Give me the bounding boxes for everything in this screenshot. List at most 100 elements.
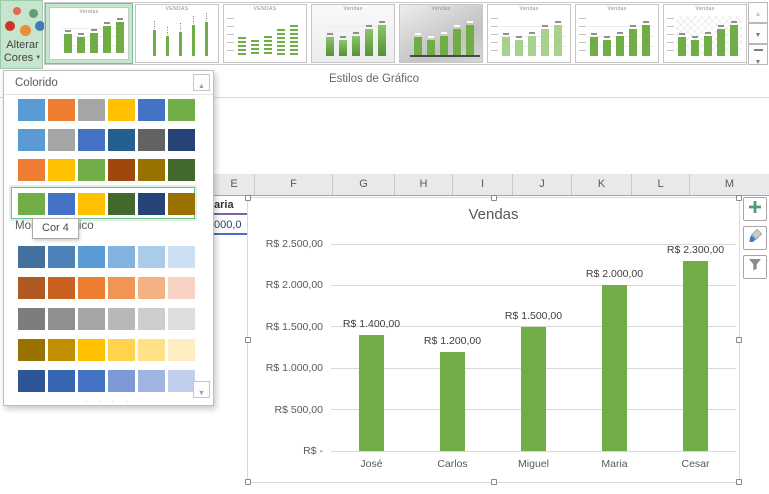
selection-handle[interactable] bbox=[736, 337, 742, 343]
gallery-style-4[interactable]: Vendas bbox=[311, 4, 395, 63]
color-swatch[interactable] bbox=[138, 129, 165, 151]
color-swatch[interactable] bbox=[108, 129, 135, 151]
color-swatch[interactable] bbox=[78, 339, 105, 361]
color-swatch[interactable] bbox=[48, 159, 75, 181]
gallery-more-button[interactable]: ▼ bbox=[748, 44, 768, 65]
color-swatch[interactable] bbox=[78, 159, 105, 181]
cell-maria-partial[interactable]: aria bbox=[214, 198, 247, 215]
selection-handle[interactable] bbox=[491, 195, 497, 201]
column-header-m[interactable]: M bbox=[690, 174, 769, 195]
column-header-k[interactable]: K bbox=[572, 174, 632, 195]
selection-handle[interactable] bbox=[736, 479, 742, 485]
color-swatch[interactable] bbox=[108, 339, 135, 361]
column-header-g[interactable]: G bbox=[333, 174, 395, 195]
color-swatch[interactable] bbox=[48, 339, 75, 361]
color-swatch[interactable] bbox=[18, 277, 45, 299]
gallery-scroll-down-button[interactable]: ▼ bbox=[748, 23, 768, 44]
mini-bar bbox=[264, 36, 272, 56]
column-header-e[interactable]: E bbox=[214, 174, 255, 195]
color-swatch[interactable] bbox=[78, 129, 105, 151]
column-header-j[interactable]: J bbox=[513, 174, 572, 195]
color-swatch[interactable] bbox=[138, 370, 165, 392]
gallery-style-6[interactable]: Vendas bbox=[487, 4, 571, 63]
color-swatch[interactable] bbox=[108, 193, 135, 215]
color-swatch[interactable] bbox=[48, 193, 75, 215]
resize-grip[interactable]: · · · · bbox=[4, 396, 213, 406]
chart-elements-button[interactable] bbox=[743, 197, 767, 221]
color-swatch[interactable] bbox=[168, 308, 195, 330]
bar-carlos[interactable] bbox=[440, 352, 465, 451]
color-swatch[interactable] bbox=[138, 277, 165, 299]
color-swatch[interactable] bbox=[138, 246, 165, 268]
gallery-style-8[interactable]: Vendas bbox=[663, 4, 747, 63]
chart-title[interactable]: Vendas bbox=[248, 206, 739, 223]
color-swatch[interactable] bbox=[48, 277, 75, 299]
gallery-style-1[interactable]: Vendas bbox=[45, 3, 133, 64]
color-swatch[interactable] bbox=[78, 99, 105, 121]
gallery-style-2[interactable]: VENDAS bbox=[135, 4, 219, 63]
chart-styles-button[interactable] bbox=[743, 226, 767, 250]
bar-maria[interactable] bbox=[602, 285, 627, 451]
color-swatch[interactable] bbox=[78, 246, 105, 268]
color-swatch[interactable] bbox=[168, 99, 195, 121]
column-header-h[interactable]: H bbox=[395, 174, 453, 195]
color-swatch[interactable] bbox=[48, 99, 75, 121]
selection-handle[interactable] bbox=[736, 195, 742, 201]
color-swatch[interactable] bbox=[18, 308, 45, 330]
color-swatch[interactable] bbox=[168, 277, 195, 299]
color-swatch[interactable] bbox=[78, 193, 105, 215]
bar-cesar[interactable] bbox=[683, 261, 708, 451]
cell-value-partial[interactable]: 000,0 bbox=[214, 217, 247, 235]
color-swatch[interactable] bbox=[48, 370, 75, 392]
mini-data-label bbox=[630, 25, 636, 27]
selection-handle[interactable] bbox=[245, 195, 251, 201]
color-swatch[interactable] bbox=[108, 159, 135, 181]
color-swatch[interactable] bbox=[108, 246, 135, 268]
color-swatch[interactable] bbox=[78, 370, 105, 392]
color-swatch[interactable] bbox=[108, 370, 135, 392]
color-swatch[interactable] bbox=[108, 99, 135, 121]
color-swatch[interactable] bbox=[108, 308, 135, 330]
color-swatch[interactable] bbox=[48, 129, 75, 151]
gallery-style-5[interactable]: Vendas bbox=[399, 4, 483, 63]
bar-josé[interactable] bbox=[359, 335, 384, 451]
bar-miguel[interactable] bbox=[521, 327, 546, 451]
color-swatch[interactable] bbox=[18, 99, 45, 121]
color-swatch[interactable] bbox=[48, 246, 75, 268]
dropdown-scroll-up-button[interactable]: ▲ bbox=[193, 74, 210, 91]
color-swatch[interactable] bbox=[168, 193, 195, 215]
color-swatch[interactable] bbox=[108, 277, 135, 299]
column-header-f[interactable]: F bbox=[255, 174, 333, 195]
color-swatch[interactable] bbox=[138, 308, 165, 330]
selection-handle[interactable] bbox=[245, 337, 251, 343]
color-swatch[interactable] bbox=[18, 129, 45, 151]
color-swatch[interactable] bbox=[78, 277, 105, 299]
gallery-scroll-up-button[interactable]: ▲ bbox=[748, 2, 768, 23]
color-swatch[interactable] bbox=[18, 193, 45, 215]
color-swatch[interactable] bbox=[168, 159, 195, 181]
selection-handle[interactable] bbox=[491, 479, 497, 485]
column-header-i[interactable]: I bbox=[453, 174, 513, 195]
color-swatch[interactable] bbox=[138, 193, 165, 215]
color-swatch[interactable] bbox=[138, 339, 165, 361]
scroll-up-icon: ▲ bbox=[755, 11, 762, 18]
column-header-l[interactable]: L bbox=[632, 174, 690, 195]
selection-handle[interactable] bbox=[245, 479, 251, 485]
change-colors-button[interactable]: Alterar Cores▼ bbox=[0, 0, 43, 69]
color-swatch[interactable] bbox=[168, 370, 195, 392]
gallery-style-3[interactable]: VENDAS bbox=[223, 4, 307, 63]
color-swatch[interactable] bbox=[138, 99, 165, 121]
gallery-style-7[interactable]: Vendas bbox=[575, 4, 659, 63]
color-swatch[interactable] bbox=[78, 308, 105, 330]
color-swatch[interactable] bbox=[168, 246, 195, 268]
color-swatch[interactable] bbox=[18, 246, 45, 268]
chart-filters-button[interactable] bbox=[743, 255, 767, 279]
color-swatch[interactable] bbox=[48, 308, 75, 330]
color-swatch[interactable] bbox=[18, 159, 45, 181]
color-swatch[interactable] bbox=[18, 339, 45, 361]
color-swatch[interactable] bbox=[18, 370, 45, 392]
color-swatch[interactable] bbox=[168, 339, 195, 361]
color-swatch[interactable] bbox=[168, 129, 195, 151]
vendas-chart[interactable]: Vendas R$ 2.500,00R$ 2.000,00R$ 1.500,00… bbox=[247, 197, 740, 483]
color-swatch[interactable] bbox=[138, 159, 165, 181]
